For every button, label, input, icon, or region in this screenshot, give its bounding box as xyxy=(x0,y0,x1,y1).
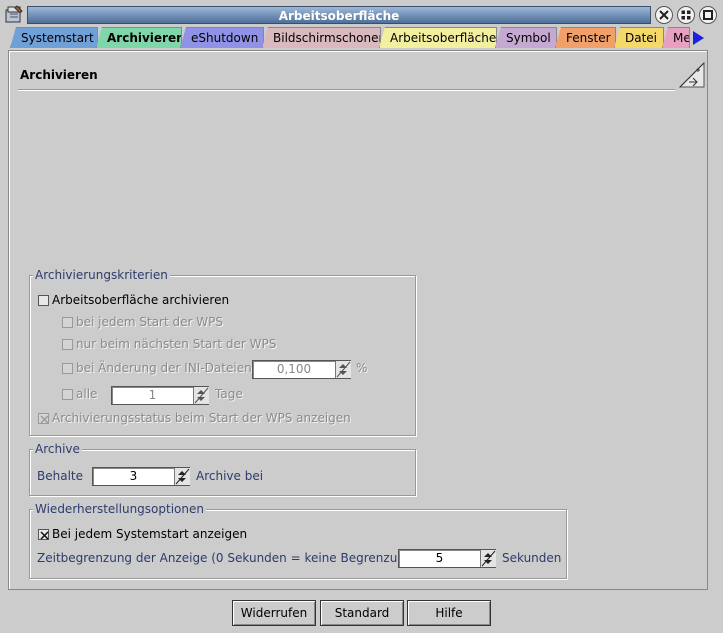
ini-change-checkbox[interactable] xyxy=(62,363,73,374)
title-divider xyxy=(18,89,675,91)
timeout-label: Zeitbegrenzung der Anzeige (0 Sekunden =… xyxy=(37,551,418,565)
page-title: Archivieren xyxy=(20,68,98,82)
timeout-spinner[interactable]: 5 xyxy=(398,549,496,568)
keep-archives-spinner[interactable]: 3 xyxy=(92,467,190,486)
every-days-checkbox[interactable] xyxy=(62,389,73,400)
spin-arrows[interactable] xyxy=(480,550,496,567)
spin-arrows-icon xyxy=(175,468,190,485)
spin-arrows-icon xyxy=(481,550,496,567)
ini-change-label: bei Änderung der INI-Dateien xyxy=(76,361,252,375)
timeout-value: 5 xyxy=(435,551,444,565)
spin-arrows-icon xyxy=(336,361,351,378)
archive-legend: Archive xyxy=(33,442,82,456)
timeout-unit: Sekunden xyxy=(502,551,562,565)
tab-bar: Systemstart Archivieren eShutdown Bildsc… xyxy=(10,27,710,49)
tab-arbeitsoberflaeche[interactable]: Arbeitsoberfläche xyxy=(379,27,497,48)
default-button[interactable]: Standard xyxy=(320,600,404,626)
every-start-label: bei jedem Start der WPS xyxy=(76,315,223,329)
ini-change-value: 0,100 xyxy=(276,362,312,376)
every-days-label: alle xyxy=(76,387,98,401)
show-on-start-checkbox[interactable] xyxy=(38,529,49,540)
tab-label: Fenster xyxy=(566,31,611,45)
criteria-legend: Archivierungskriterien xyxy=(33,268,170,282)
every-days-spinner[interactable]: 1 xyxy=(111,386,209,405)
tab-eshutdown[interactable]: eShutdown xyxy=(180,27,264,48)
maximize-button[interactable] xyxy=(699,6,717,24)
next-start-label: nur beim nächsten Start der WPS xyxy=(76,337,277,351)
close-button[interactable] xyxy=(655,6,673,24)
show-status-label: Archivierungsstatus beim Start der WPS a… xyxy=(52,411,351,425)
window-title: Arbeitsoberfläche xyxy=(27,6,651,24)
keep-suffix: Archive bei xyxy=(196,469,264,483)
arrow-right-icon xyxy=(693,31,704,45)
close-icon xyxy=(659,10,669,20)
tab-label: Arbeitsoberfläche xyxy=(390,31,497,45)
tab-label: Bildschirmschoner xyxy=(273,31,381,45)
every-days-unit: Tage xyxy=(215,387,243,401)
spin-arrows[interactable] xyxy=(174,468,190,485)
page-corner-icon[interactable] xyxy=(678,61,705,88)
checkmark-icon xyxy=(40,415,49,424)
tab-label: Archivieren xyxy=(107,31,182,45)
system-menu-icon[interactable] xyxy=(3,4,25,26)
tab-systemstart[interactable]: Systemstart xyxy=(10,27,98,48)
show-on-start-label: Bei jedem Systemstart anzeigen xyxy=(52,527,248,541)
archive-desktop-checkbox[interactable] xyxy=(38,295,49,306)
tab-label: Symbol xyxy=(506,31,551,45)
tab-label: eShutdown xyxy=(191,31,259,45)
undo-button[interactable]: Widerrufen xyxy=(232,600,316,626)
tab-archivieren[interactable]: Archivieren xyxy=(96,27,182,48)
tab-symbol[interactable]: Symbol xyxy=(495,27,557,48)
spin-arrows[interactable] xyxy=(193,387,209,404)
tab-label: Me xyxy=(673,31,690,45)
tile-icon xyxy=(681,10,691,20)
ini-change-unit: % xyxy=(356,361,368,375)
next-start-checkbox[interactable] xyxy=(62,339,73,350)
restore-group xyxy=(29,509,567,579)
every-start-checkbox[interactable] xyxy=(62,317,73,328)
checkmark-icon xyxy=(40,531,49,540)
tab-label: Systemstart xyxy=(21,31,94,45)
tab-more[interactable]: Me xyxy=(662,27,690,48)
spin-arrows[interactable] xyxy=(335,361,351,378)
every-days-value: 1 xyxy=(148,388,157,402)
tab-datei[interactable]: Datei xyxy=(614,27,664,48)
show-status-checkbox[interactable] xyxy=(38,413,49,424)
tab-fenster[interactable]: Fenster xyxy=(555,27,616,48)
maximize-icon xyxy=(703,10,713,20)
tab-scroll-right-button[interactable] xyxy=(691,30,705,46)
keep-label: Behalte xyxy=(37,469,83,483)
archive-desktop-label: Arbeitsoberfläche archivieren xyxy=(52,293,230,307)
restore-legend: Wiederherstellungsoptionen xyxy=(33,502,206,516)
spin-arrows-icon xyxy=(194,387,209,404)
tab-bildschirmschoner[interactable]: Bildschirmschoner xyxy=(262,27,381,48)
tab-label: Datei xyxy=(625,31,658,45)
ini-change-spinner[interactable]: 0,100 xyxy=(252,360,351,379)
restore-button[interactable] xyxy=(677,6,695,24)
help-button[interactable]: Hilfe xyxy=(407,600,491,626)
keep-archives-value: 3 xyxy=(129,469,138,483)
